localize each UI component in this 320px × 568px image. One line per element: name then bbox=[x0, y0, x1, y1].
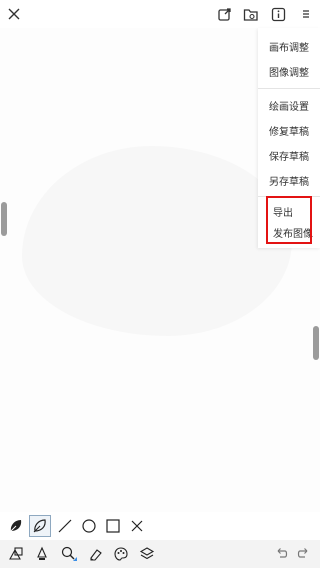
redo-icon[interactable] bbox=[293, 543, 315, 565]
square-icon[interactable] bbox=[102, 515, 124, 537]
eraser-icon[interactable] bbox=[84, 543, 106, 565]
close-icon[interactable] bbox=[4, 4, 24, 24]
shape-toolbar bbox=[0, 512, 320, 540]
menu-item-save-draft-as[interactable]: 另存草稿 bbox=[258, 170, 320, 190]
main-toolbar bbox=[0, 540, 320, 568]
pen-icon[interactable] bbox=[31, 543, 53, 565]
left-scroll-handle[interactable] bbox=[1, 202, 7, 236]
filled-lasso-icon[interactable] bbox=[5, 515, 27, 537]
menu-item-canvas-adjust[interactable]: 画布调整 bbox=[258, 36, 320, 56]
open-folder-icon[interactable] bbox=[241, 4, 261, 24]
menu-item-drawing-settings[interactable]: 绘画设置 bbox=[258, 95, 320, 115]
lasso-icon[interactable] bbox=[29, 515, 51, 537]
menu-item-image-adjust[interactable]: 图像调整 bbox=[258, 61, 320, 81]
highlight-box bbox=[266, 196, 312, 244]
cross-icon[interactable] bbox=[126, 515, 148, 537]
circle-icon[interactable] bbox=[78, 515, 100, 537]
canvas-shape bbox=[22, 146, 292, 336]
line-icon[interactable] bbox=[54, 515, 76, 537]
layers-icon[interactable] bbox=[136, 543, 158, 565]
more-menu-icon[interactable] bbox=[296, 4, 316, 24]
palette-icon[interactable] bbox=[110, 543, 132, 565]
export-share-icon[interactable] bbox=[214, 4, 234, 24]
undo-icon[interactable] bbox=[270, 543, 292, 565]
menu-divider bbox=[258, 88, 320, 89]
shapes-icon[interactable] bbox=[5, 543, 27, 565]
top-bar bbox=[0, 0, 320, 28]
info-icon[interactable] bbox=[268, 4, 288, 24]
menu-item-repair-draft[interactable]: 修复草稿 bbox=[258, 120, 320, 140]
select-pen-icon[interactable] bbox=[58, 543, 80, 565]
menu-item-save-draft[interactable]: 保存草稿 bbox=[258, 145, 320, 165]
right-scroll-handle[interactable] bbox=[313, 326, 319, 360]
